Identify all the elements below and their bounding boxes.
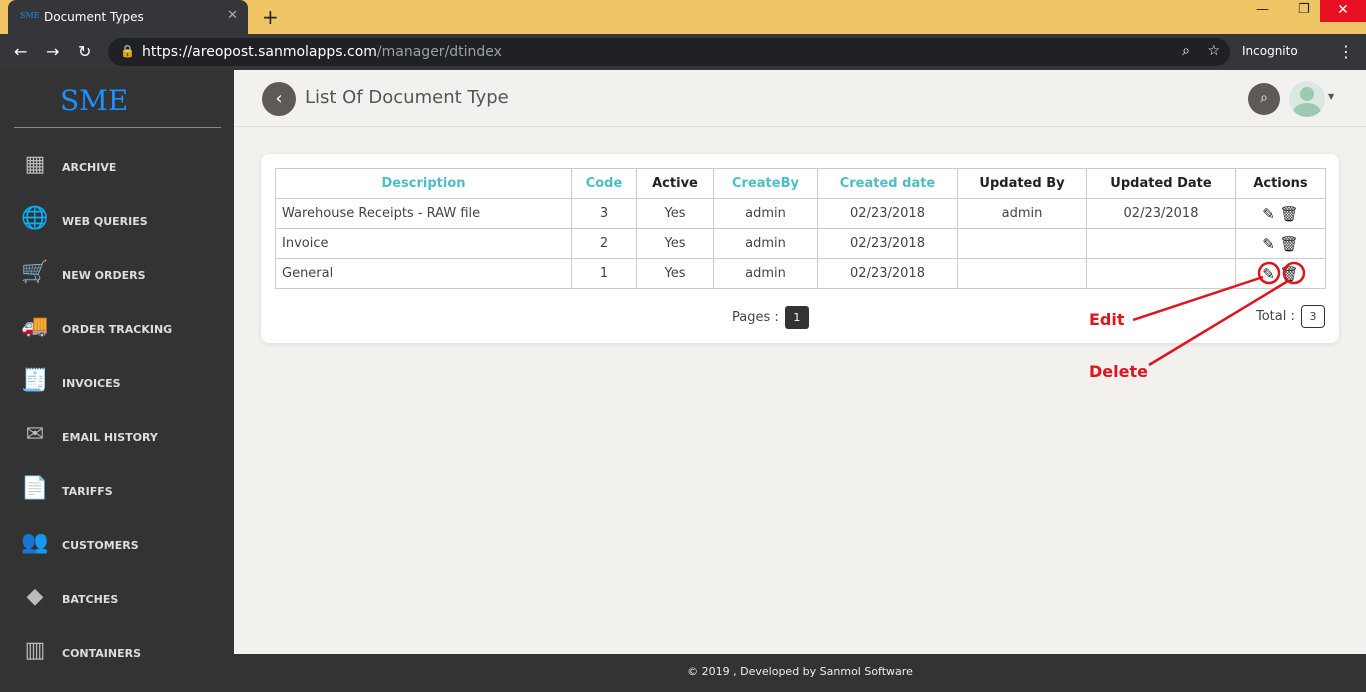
delete-arrow (1148, 279, 1289, 367)
delete-highlight-circle (1282, 261, 1306, 285)
edit-arrow (1132, 275, 1264, 322)
edit-highlight-circle (1257, 261, 1281, 285)
delete-annotation: Delete (1089, 362, 1148, 381)
annotation-overlay (1132, 261, 1306, 367)
footer: © 2019 , Developed by Sanmol Software (234, 654, 1366, 692)
edit-annotation: Edit (1089, 310, 1125, 329)
